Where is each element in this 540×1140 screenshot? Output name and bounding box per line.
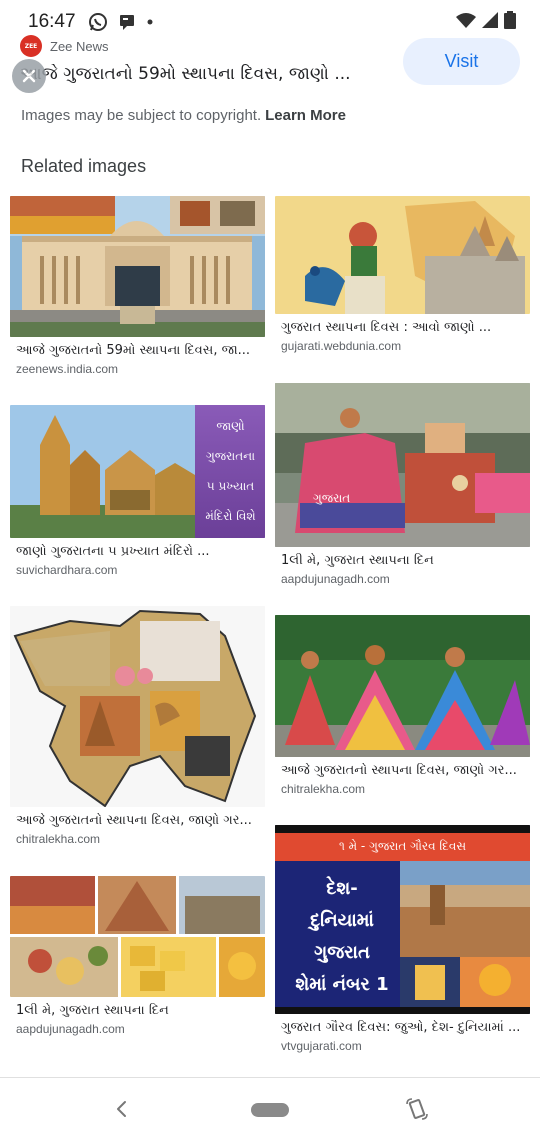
copyright-notice: Images may be subject to copyright. Learn…	[21, 107, 346, 124]
image-caption: 1લી મે, ગુજરાત સ્થાપના દિન	[281, 553, 434, 568]
thumbnail-overlay-text: દેશ- દુનિયામાં ગુજરાત શેમાં નંબર 1	[283, 873, 401, 1001]
image-caption: આજે ગુજરાતનો 59મો સ્થાપના દિવસ, જા...	[16, 343, 251, 358]
wifi-icon	[456, 12, 476, 33]
thumbnail-banner: ૧ મે - ગુજરાત ગૌરવ દિવસ	[338, 839, 467, 853]
close-icon	[22, 69, 36, 83]
thumbnail-image[interactable]: જાણો ગુજરાતના ૫ પ્રખ્યાત મંદિરો વિશે	[10, 405, 265, 538]
image-domain: suvichardhara.com	[16, 563, 118, 577]
image-caption: આજે ગુજરાતનો સ્થાપના દિવસ, જાણો ગર...	[281, 763, 517, 778]
thumbnail-image[interactable]	[275, 196, 530, 314]
image-domain: chitralekha.com	[16, 832, 101, 846]
signal-icon	[482, 11, 498, 33]
related-image-card[interactable]: આજે ગુજરાતનો સ્થાપના દિવસ, જાણો ગર... ch…	[10, 606, 265, 846]
thumbnail-overlay-text: ગુજરાત	[313, 491, 351, 505]
source-name: Zee News	[50, 38, 109, 54]
back-icon[interactable]	[112, 1098, 132, 1124]
navigation-bar	[0, 1077, 540, 1140]
overlay-word: શેમાં નંબર 1	[295, 974, 389, 995]
thumbnail-image[interactable]	[275, 615, 530, 757]
related-image-card[interactable]: જાણો ગુજરાતના ૫ પ્રખ્યાત મંદિરો વિશે જાણ…	[10, 405, 265, 577]
overlay-word: દેશ-	[326, 878, 358, 899]
related-image-card[interactable]: આજે ગુજરાતનો સ્થાપના દિવસ, જાણો ગર... ch…	[275, 615, 530, 796]
image-domain: zeenews.india.com	[16, 362, 119, 376]
copyright-text: Images may be subject to copyright.	[21, 107, 262, 124]
source-logo: ZEE	[20, 35, 42, 57]
home-pill[interactable]	[251, 1103, 289, 1117]
related-image-card[interactable]: 1લી મે, ગુજરાત સ્થાપના દિન aapdujunagadh…	[10, 876, 265, 1036]
image-caption: 1લી મે, ગુજરાત સ્થાપના દિન	[16, 1003, 169, 1018]
related-images-heading: Related images	[21, 156, 147, 176]
thumbnail-image[interactable]: ગુજરાત	[275, 383, 530, 547]
related-image-card[interactable]: ગુજરાત 1લી મે, ગુજરાત સ્થાપના દિન aapduj…	[275, 383, 530, 586]
battery-icon	[504, 10, 516, 34]
image-domain: aapdujunagadh.com	[16, 1022, 125, 1036]
visit-button[interactable]: Visit	[403, 38, 520, 85]
thumbnail-image[interactable]	[10, 196, 265, 337]
thumbnail-overlay-text: જાણો ગુજરાતના ૫ પ્રખ્યાત મંદિરો વિશે	[196, 405, 265, 538]
overlay-word: ૫ પ્રખ્યાત	[206, 479, 255, 494]
dot-icon	[146, 18, 154, 26]
image-title[interactable]: આજે ગુજરાતનો 59મો સ્થાપના દિવસ, જાણો ...	[20, 64, 380, 84]
image-domain: chitralekha.com	[281, 782, 366, 796]
source-row: ZEE Zee News	[20, 35, 109, 57]
status-time: 16:47	[28, 11, 76, 32]
image-domain: aapdujunagadh.com	[281, 572, 390, 586]
image-caption: ગુજરાત ગૌરવ દિવસ: જુઓ, દેશ- દુનિયામાં ..…	[281, 1020, 521, 1035]
overlay-word: મંદિરો વિશે	[205, 509, 256, 524]
related-image-card[interactable]: ગુજરાત સ્થાપના દિવસ : આવો જાણો ... gujar…	[275, 196, 530, 353]
overlay-word: દુનિયામાં	[310, 910, 374, 931]
related-image-card[interactable]: ૧ મે - ગુજરાત ગૌરવ દિવસ દેશ- દુનિયામાં ગ…	[275, 825, 530, 1053]
overlay-word: જાણો	[216, 418, 245, 433]
overlay-word: ગુજરાત	[314, 942, 370, 963]
rotate-icon[interactable]	[404, 1096, 430, 1126]
related-image-card[interactable]: આજે ગુજરાતનો 59મો સ્થાપના દિવસ, જા... ze…	[10, 196, 265, 376]
thumbnail-image[interactable]	[10, 606, 265, 807]
overlay-word: ગુજરાતના	[205, 448, 256, 463]
image-caption: આજે ગુજરાતનો સ્થાપના દિવસ, જાણો ગર...	[16, 813, 252, 828]
whatsapp-icon	[88, 12, 108, 32]
thumbnail-image[interactable]: ૧ મે - ગુજરાત ગૌરવ દિવસ દેશ- દુનિયામાં ગ…	[275, 825, 530, 1014]
message-icon	[118, 13, 136, 31]
image-domain: gujarati.webdunia.com	[281, 339, 402, 353]
image-domain: vtvgujarati.com	[281, 1039, 362, 1053]
image-caption: ગુજરાત સ્થાપના દિવસ : આવો જાણો ...	[281, 320, 492, 335]
learn-more-link[interactable]: Learn More	[265, 107, 346, 124]
image-caption: જાણો ગુજરાતના ૫ પ્રખ્યાત મંદિરો ...	[16, 544, 210, 559]
thumbnail-image[interactable]	[10, 876, 265, 997]
close-button[interactable]	[12, 59, 46, 93]
